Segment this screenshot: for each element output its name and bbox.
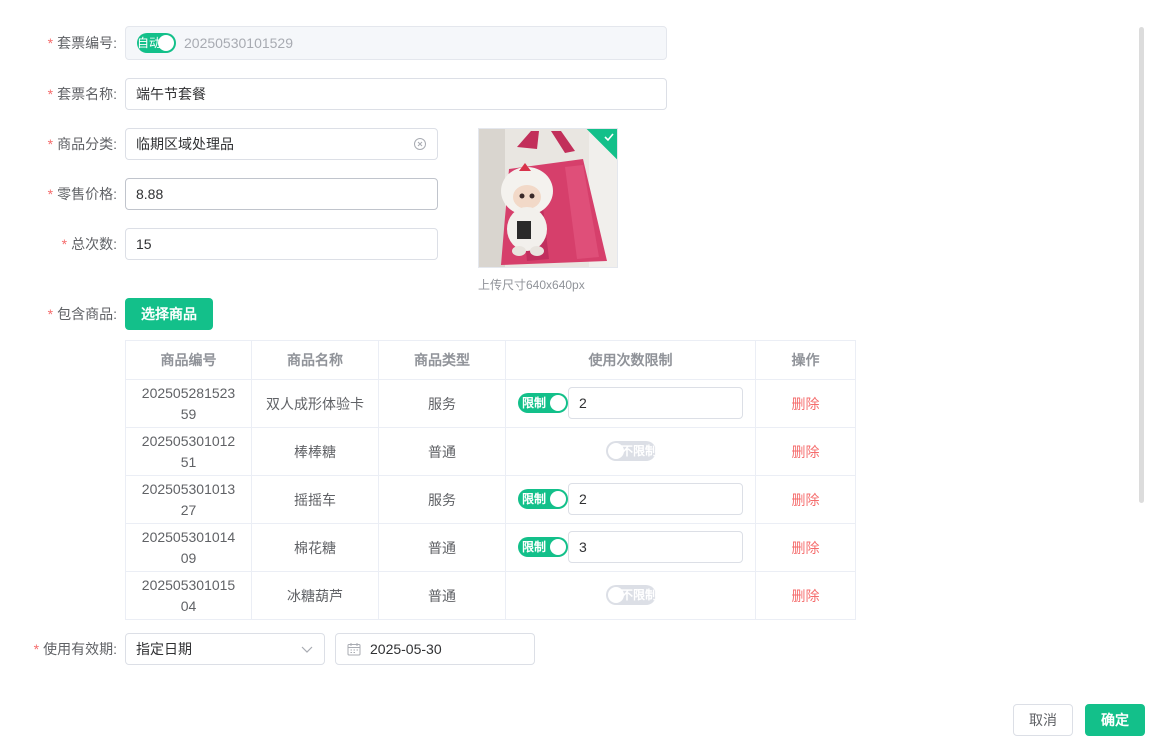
action-cell: 删除: [755, 571, 856, 620]
switch-knob: [608, 443, 624, 459]
vertical-scrollbar[interactable]: [1139, 27, 1144, 503]
table-row: 20250530101409 棉花糖 普通 限制 3 删除: [125, 523, 856, 572]
limit-switch[interactable]: 限制: [518, 537, 568, 557]
code-label: * 套票编号:: [47, 35, 117, 51]
action-cell: 删除: [755, 379, 856, 428]
select-goods-button[interactable]: 选择商品: [125, 298, 213, 330]
goods-type-cell: 普通: [378, 427, 506, 476]
switch-knob: [550, 539, 566, 555]
check-icon: [604, 133, 614, 142]
code-input: 20250530101529: [125, 26, 667, 60]
usage-limit-cell: 限制 2: [505, 475, 756, 524]
switch-knob: [158, 35, 174, 51]
uploaded-image[interactable]: [478, 128, 618, 268]
name-label: * 套票名称:: [47, 86, 117, 102]
goods-name-cell: 棒棒糖: [251, 427, 379, 476]
goods-label: * 包含商品:: [47, 306, 117, 322]
delete-link[interactable]: 删除: [792, 540, 820, 556]
goods-code-cell: 20250530101327: [125, 475, 252, 524]
validity-label: * 使用有效期:: [33, 641, 117, 657]
circle-close-icon[interactable]: [413, 137, 427, 151]
goods-type-cell: 服务: [378, 379, 506, 428]
category-label: * 商品分类:: [47, 136, 117, 152]
table-row: 20250528152359 双人成形体验卡 服务 限制 2 删除: [125, 379, 856, 428]
usage-limit-cell: 限制 3: [505, 523, 756, 572]
delete-link[interactable]: 删除: [792, 396, 820, 412]
calendar-icon: [347, 643, 361, 656]
usage-limit-cell: 不限制: [505, 571, 756, 620]
limit-switch[interactable]: 限制: [518, 393, 568, 413]
table-header-row: 商品编号 商品名称 商品类型 使用次数限制 操作: [125, 340, 856, 380]
upload-hint: 上传尺寸640x640px: [478, 278, 585, 292]
usage-limit-cell: 限制 2: [505, 379, 756, 428]
auto-code-switch[interactable]: 自动: [137, 33, 176, 53]
action-cell: 删除: [755, 523, 856, 572]
action-cell: 删除: [755, 427, 856, 476]
switch-knob: [608, 587, 624, 603]
name-input[interactable]: 端午节套餐: [125, 78, 667, 110]
chevron-down-icon: [301, 646, 313, 653]
price-label: * 零售价格:: [47, 186, 117, 202]
delete-link[interactable]: 删除: [792, 588, 820, 604]
goods-type-cell: 普通: [378, 523, 506, 572]
goods-table: 商品编号 商品名称 商品类型 使用次数限制 操作 20250528152359 …: [125, 340, 856, 620]
usage-limit-cell: 不限制: [505, 427, 756, 476]
limit-count-input[interactable]: 3: [568, 531, 743, 563]
limit-count-input[interactable]: 2: [568, 483, 743, 515]
category-select[interactable]: 临期区域处理品: [125, 128, 438, 160]
goods-name-cell: 冰糖葫芦: [251, 571, 379, 620]
switch-knob: [550, 491, 566, 507]
switch-knob: [550, 395, 566, 411]
th-usage-limit: 使用次数限制: [505, 340, 756, 380]
limit-count-input[interactable]: 2: [568, 387, 743, 419]
th-goods-type: 商品类型: [378, 340, 506, 380]
validity-date-picker[interactable]: 2025-05-30: [335, 633, 535, 665]
goods-code-cell: 20250530101504: [125, 571, 252, 620]
validity-type-select[interactable]: 指定日期: [125, 633, 325, 665]
goods-name-cell: 棉花糖: [251, 523, 379, 572]
goods-code-cell: 20250530101409: [125, 523, 252, 572]
goods-name-cell: 摇摇车: [251, 475, 379, 524]
count-input[interactable]: 15: [125, 228, 438, 260]
limit-switch[interactable]: 不限制: [606, 441, 656, 461]
goods-code-cell: 20250530101251: [125, 427, 252, 476]
price-input[interactable]: 8.88: [125, 178, 438, 210]
goods-name-cell: 双人成形体验卡: [251, 379, 379, 428]
product-photo: [479, 129, 617, 267]
limit-switch[interactable]: 不限制: [606, 585, 656, 605]
table-row: 20250530101251 棒棒糖 普通 不限制 删除: [125, 427, 856, 476]
delete-link[interactable]: 删除: [792, 444, 820, 460]
goods-type-cell: 普通: [378, 571, 506, 620]
confirm-button[interactable]: 确定: [1085, 704, 1145, 736]
th-goods-name: 商品名称: [251, 340, 379, 380]
delete-link[interactable]: 删除: [792, 492, 820, 508]
th-action: 操作: [755, 340, 856, 380]
required-mark: *: [47, 35, 54, 51]
goods-type-cell: 服务: [378, 475, 506, 524]
limit-switch[interactable]: 限制: [518, 489, 568, 509]
action-cell: 删除: [755, 475, 856, 524]
count-label: * 总次数:: [61, 236, 117, 252]
cancel-button[interactable]: 取消: [1013, 704, 1073, 736]
table-row: 20250530101504 冰糖葫芦 普通 不限制 删除: [125, 571, 856, 620]
table-row: 20250530101327 摇摇车 服务 限制 2 删除: [125, 475, 856, 524]
goods-code-cell: 20250528152359: [125, 379, 252, 428]
th-goods-code: 商品编号: [125, 340, 252, 380]
